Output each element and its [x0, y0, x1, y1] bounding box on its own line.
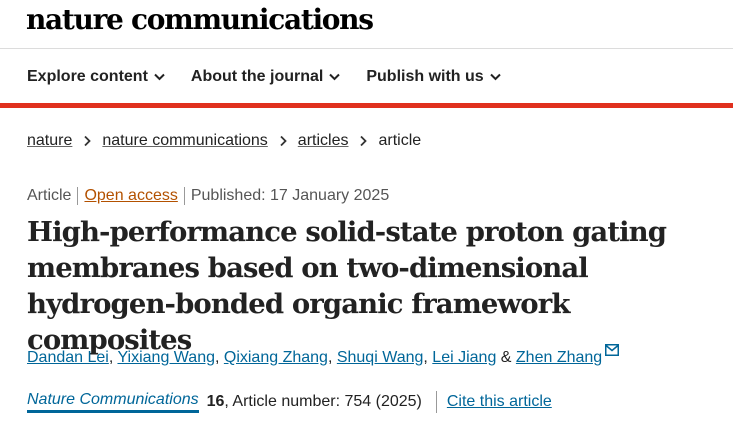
- author-link[interactable]: Shuqi Wang: [337, 349, 424, 366]
- author-link[interactable]: Yixiang Wang: [117, 349, 215, 366]
- chevron-down-icon: [329, 73, 341, 81]
- author-separator: ,: [327, 349, 337, 366]
- author-list: Dandan Lei, Yixiang Wang, Qixiang Zhang,…: [27, 344, 620, 369]
- header-divider: [0, 48, 733, 49]
- breadcrumb-nature[interactable]: nature: [27, 130, 72, 152]
- accent-bar: [0, 103, 733, 108]
- author-link[interactable]: Dandan Lei: [27, 349, 109, 366]
- chevron-down-icon: [154, 73, 165, 81]
- journal-volume: 16: [206, 392, 225, 410]
- article-title: High-performance solid-state proton gati…: [27, 216, 667, 356]
- nav-label: About the journal: [190, 68, 324, 85]
- meta-divider: [77, 187, 79, 205]
- author-link[interactable]: Lei Jiang: [432, 349, 496, 366]
- author-separator-and: &: [496, 349, 516, 366]
- author-link[interactable]: Zhen Zhang: [516, 349, 602, 366]
- breadcrumb-nature-communications[interactable]: nature communications: [102, 130, 267, 152]
- main-nav: Explore content About the journal Publis…: [27, 66, 501, 88]
- published-date: Published: 17 January 2025: [190, 187, 390, 204]
- breadcrumb-current: article: [378, 132, 422, 149]
- nav-label: Explore content: [27, 68, 148, 85]
- citation-divider: [435, 390, 437, 413]
- article-type: Article: [27, 187, 72, 204]
- journal-link[interactable]: Nature Communications: [27, 390, 199, 413]
- breadcrumb-articles[interactable]: articles: [298, 130, 349, 152]
- chevron-down-icon: [489, 73, 501, 81]
- author-link[interactable]: Qixiang Zhang: [224, 349, 328, 366]
- nav-explore-content[interactable]: Explore content: [27, 66, 165, 88]
- chevron-right-icon: [84, 135, 92, 147]
- author-separator: ,: [214, 349, 224, 366]
- cite-article-link[interactable]: Cite this article: [447, 391, 552, 413]
- envelope-icon[interactable]: [605, 344, 620, 356]
- chevron-right-icon: [360, 135, 368, 147]
- open-access-link[interactable]: Open access: [84, 186, 177, 206]
- nav-about-journal[interactable]: About the journal: [190, 66, 341, 88]
- chevron-right-icon: [280, 135, 287, 147]
- author-separator: ,: [423, 349, 433, 366]
- citation-line: Nature Communications 16 , Article numbe…: [27, 390, 552, 413]
- article-meta: Article Open access Published: 17 Januar…: [27, 186, 389, 206]
- nav-publish-with-us[interactable]: Publish with us: [366, 66, 501, 88]
- breadcrumb: nature nature communications articles ar…: [27, 130, 421, 152]
- nav-label: Publish with us: [366, 68, 484, 85]
- brand-logo[interactable]: nature communications: [26, 2, 374, 38]
- article-number: , Article number: 754 (2025): [224, 392, 422, 410]
- meta-divider: [183, 187, 185, 205]
